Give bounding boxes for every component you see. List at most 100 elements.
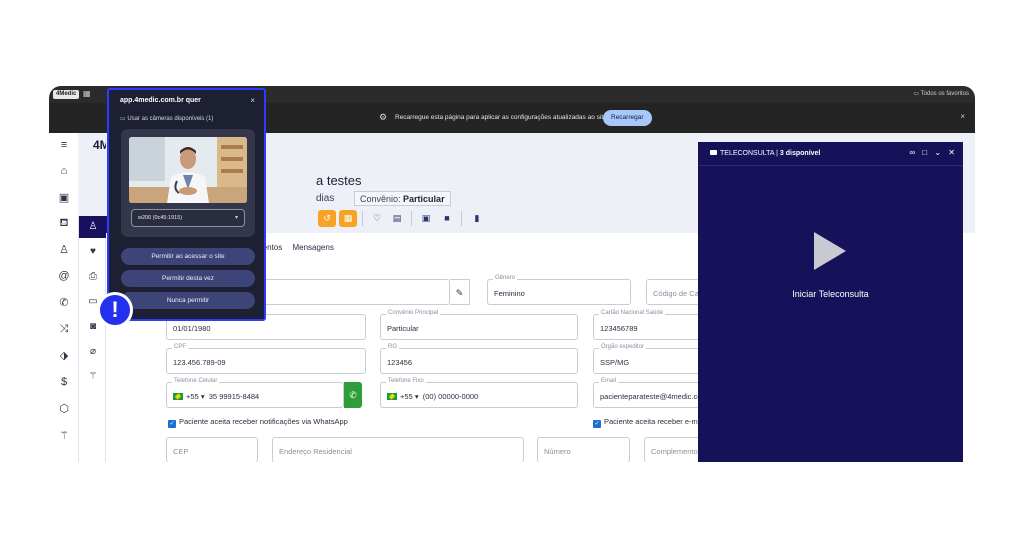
cartao-sus-value: 123456789 [600,324,638,333]
telefone-celular-label: Telefone Celular [172,378,220,384]
rg-field[interactable]: RG 123456 [380,344,578,374]
camera-option: w200 (0c45:1915) [138,215,183,221]
calendar-icon[interactable]: ▣ [57,191,71,204]
doctor-video-frame [129,137,247,203]
camera-icon[interactable]: ◙ [86,321,100,332]
teleconsulta-controls: ∞ □ ⌄ ✕ [904,148,955,157]
teleconsulta-header: TELECONSULTA | 3 disponível ∞ □ ⌄ ✕ [698,142,963,166]
permission-title: app.4medic.com.br quer [120,97,201,104]
convenio-value: Particular [403,194,445,204]
teleconsulta-panel: TELECONSULTA | 3 disponível ∞ □ ⌄ ✕ Inic… [698,142,963,462]
convenio-badge: Convênio: Particular [354,191,451,206]
data-nascimento-value: 01/01/1980 [173,324,211,333]
allow-once-button[interactable]: Permitir desta vez [121,270,255,287]
phone-icon[interactable]: ✆ [57,296,71,309]
tag-icon[interactable]: ⬗ [57,349,71,362]
list-icon[interactable]: ▤ [388,210,406,227]
email-label: Email [599,378,619,384]
all-favorites-link[interactable]: ▭ Todos os favoritos [913,90,969,97]
patient-profile-icon[interactable]: ♙ [86,221,100,232]
dollar-icon[interactable]: $ [57,376,71,388]
orgao-expeditor-label: Órgão expeditor [599,344,647,350]
printer-icon[interactable]: ⎙ [86,271,100,282]
teleconsulta-count: 3 disponível [779,150,821,157]
never-allow-button[interactable]: Nunca permitir [121,292,255,309]
start-teleconsulta-label[interactable]: Iniciar Teleconsulta [698,289,963,299]
home-icon[interactable]: ⌂ [57,165,71,177]
endereco-placeholder: Endereço Residencial [279,447,352,456]
patient-subnav: ♙ ♥ ⎙ ▭ ◙ ⌀ ⚚ [78,216,107,462]
history-icon[interactable]: ↺ [318,210,336,227]
cep-field[interactable]: CEP [166,437,258,462]
cep-placeholder: CEP [173,447,189,456]
attachment-icon[interactable]: ⌀ [86,346,100,357]
chart-icon[interactable]: ⚚ [57,429,71,442]
stethoscope-icon[interactable]: ♡ [368,210,386,227]
orgao-expeditor-value: SSP/MG [600,358,630,367]
heart-icon[interactable]: ♥ [86,246,100,257]
at-sign-icon[interactable]: @ [57,270,71,282]
box-icon[interactable]: ⬡ [57,402,71,415]
genero-value: Feminino [494,289,525,298]
chart-icon[interactable]: ⚚ [86,371,100,382]
fixo-ddi[interactable]: +55 [400,392,413,401]
sofa-icon[interactable]: ⛾ [57,217,71,231]
shuffle-icon[interactable]: ⤨ [57,323,71,336]
whatsapp-consent-checkbox[interactable]: ✓ Paciente aceita receber notificações vi… [168,417,348,428]
telefone-celular-field[interactable]: Telefone Celular +55 ▾ 35 99915-8484 [166,378,344,408]
video-camera-icon [710,150,717,155]
patient-name: a testes [316,173,362,188]
camera-select[interactable]: w200 (0c45:1915) ▾ [131,209,245,227]
play-icon[interactable] [814,232,846,270]
camera-preview-image [129,137,247,203]
book-icon[interactable]: ▮ [468,210,486,227]
cartao-sus-label: Cartão Nacional Saúde [599,310,666,316]
complemento-placeholder: Complemento [651,447,698,456]
cpf-field[interactable]: CPF 123.456.789-09 [166,344,366,374]
permission-close-icon[interactable]: × [250,96,255,105]
genero-field[interactable]: Gênero Feminino [487,275,631,305]
patient-age: dias [316,193,335,204]
allow-on-visit-button[interactable]: Permitir ao acessar o site [121,248,255,265]
celular-ddi[interactable]: +55 [186,392,199,401]
teleconsulta-title: TELECONSULTA | 3 disponível [710,150,820,157]
bookmark-4medic[interactable]: 4Medic [53,90,80,99]
chevron-down-icon[interactable]: ⌄ [934,148,941,157]
form-tabs: mentos Mensagens [256,243,342,252]
apps-grid-icon[interactable]: ▦ [83,89,91,98]
numero-placeholder: Número [544,447,571,456]
tab-mensagens[interactable]: Mensagens [292,243,333,252]
cpf-label: CPF [172,344,188,350]
video-icon[interactable]: ■ [438,210,456,227]
main-sidebar: ≡ ⌂ ▣ ⛾ ♙ @ ✆ ⤨ ⬗ $ ⬡ ⚚ [49,133,78,462]
info-bar-text: Recarregue esta página para aplicar as c… [395,114,609,121]
exclamation-alert-icon: ! [97,292,133,328]
link-icon[interactable]: ∞ [909,148,915,157]
folder-icon: ▭ [913,91,921,97]
permission-subtitle: ▭ Usar as câmeras disponíveis (1) [120,115,213,122]
patient-icon[interactable]: ♙ [57,243,71,256]
convenio-principal-field[interactable]: Convênio Principal Particular [380,310,578,340]
brazil-flag-icon [387,393,397,400]
camera-permission-popup: app.4medic.com.br quer × ▭ Usar as câmer… [107,88,266,321]
table-icon[interactable]: ▦ [339,210,357,227]
celular-number: 35 99915-8484 [208,392,260,401]
calendar-check-icon[interactable]: ▣ [417,210,435,227]
window-icon[interactable]: □ [922,148,927,157]
whatsapp-icon[interactable]: ✆ [344,382,362,408]
all-favorites-label: Todos os favoritos [920,91,969,97]
telefone-fixo-field[interactable]: Telefone Fixo +55 ▾ (00) 00000-0000 [380,378,578,408]
rg-label: RG [386,344,399,350]
checkbox-checked-icon: ✓ [168,420,176,428]
close-icon[interactable]: ✕ [948,148,955,157]
genero-label: Gênero [493,275,518,281]
camera-preview-card: w200 (0c45:1915) ▾ [121,129,255,237]
cpf-value: 123.456.789-09 [173,358,226,367]
chevron-down-icon: ▾ [234,215,238,221]
reload-button[interactable]: Recarregar [603,110,652,126]
menu-icon[interactable]: ≡ [57,139,71,151]
endereco-field[interactable]: Endereço Residencial [272,437,524,462]
info-bar-close-icon[interactable]: × [960,112,965,121]
numero-field[interactable]: Número [537,437,630,462]
pencil-icon[interactable]: ✎ [450,279,470,305]
